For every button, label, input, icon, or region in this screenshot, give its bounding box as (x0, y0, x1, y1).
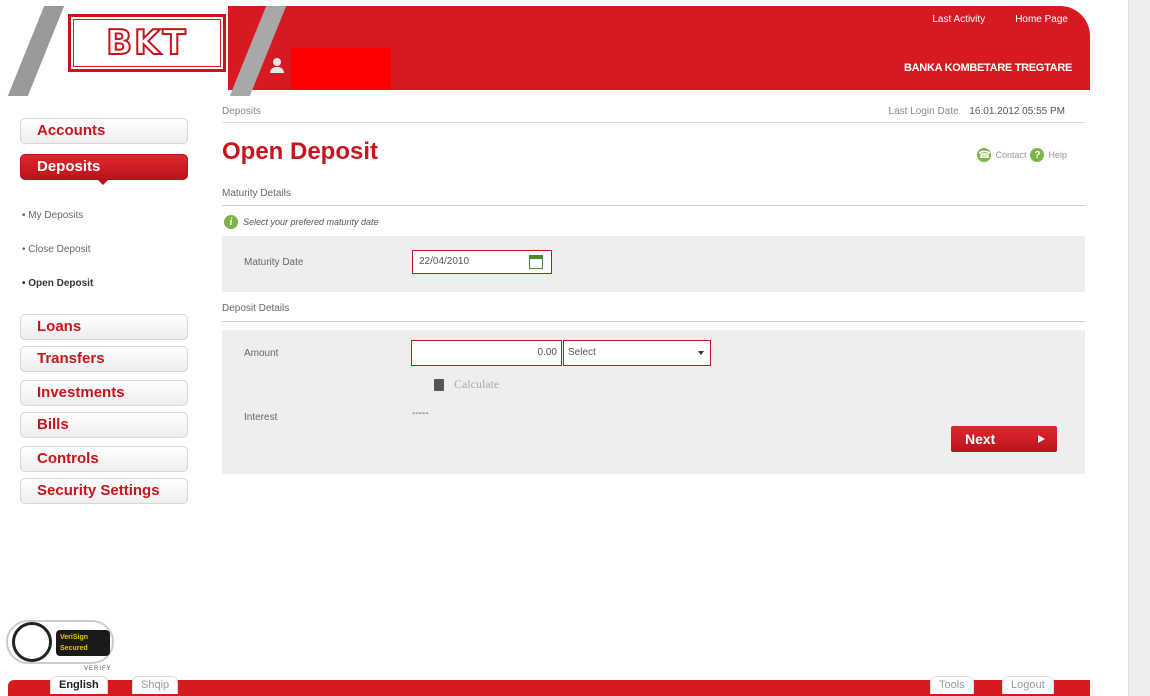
maturity-date-input[interactable]: 22/04/2010 (412, 250, 552, 274)
logout-link[interactable]: Logout (1002, 676, 1054, 694)
maturity-date-label: Maturity Date (244, 257, 304, 268)
language-english[interactable]: English (50, 676, 108, 694)
calculate-button[interactable]: Calculate (434, 377, 499, 392)
contact-link[interactable]: Contact (995, 150, 1026, 160)
help-links: ☎ Contact ? Help (977, 148, 1067, 162)
help-icon[interactable]: ? (1030, 148, 1045, 162)
divider (222, 122, 1085, 123)
home-page-link[interactable]: Home Page (1015, 14, 1068, 25)
last-login: Last Login Date 16.01.2012 05:55 PM (889, 106, 1065, 117)
sub-item-open-deposit[interactable]: • Open Deposit (22, 278, 93, 289)
currency-selected-value: Select (568, 347, 596, 358)
bkt-logo[interactable]: BKT (68, 14, 226, 72)
logo-text: BKT (73, 19, 221, 67)
checkmark-icon (12, 622, 52, 662)
breadcrumb[interactable]: Deposits (222, 106, 261, 117)
currency-select[interactable]: Select (563, 340, 711, 366)
maturity-date-value: 22/04/2010 (419, 256, 470, 267)
sub-item-close-deposit[interactable]: • Close Deposit (22, 244, 91, 255)
maturity-panel: Maturity Date 22/04/2010 (222, 236, 1085, 292)
last-activity-link[interactable]: Last Activity (932, 14, 985, 25)
sidebar-item-accounts[interactable]: Accounts (20, 118, 188, 144)
seal-badge: VeriSign Secured (56, 630, 110, 656)
calculate-label: Calculate (454, 377, 500, 391)
verisign-seal[interactable]: VeriSign Secured VERIFY (6, 612, 118, 676)
sidebar-item-transfers[interactable]: Transfers (20, 346, 188, 372)
next-button[interactable]: Next (951, 426, 1057, 452)
user-icon (270, 58, 284, 74)
header: BKT Last Activity Home Page BANKA KOMBET… (7, 6, 1090, 96)
maturity-info: i Select your prefered maturity date (224, 215, 379, 229)
calendar-icon[interactable] (529, 255, 543, 269)
scrollbar-gutter[interactable] (1128, 0, 1150, 696)
chevron-down-icon (698, 351, 704, 355)
sidebar-item-deposits[interactable]: Deposits (20, 154, 188, 185)
seal-line-2: Secured (60, 645, 88, 652)
deposit-panel: Amount 0.00 Select Calculate Interest --… (222, 330, 1085, 474)
divider (222, 205, 1085, 206)
deposit-section-label: Deposit Details (222, 303, 290, 314)
play-arrow-icon (1038, 435, 1045, 443)
sidebar-item-loans[interactable]: Loans (20, 314, 188, 340)
info-icon: i (224, 215, 238, 229)
amount-input[interactable]: 0.00 (411, 340, 562, 366)
sidebar-item-bills[interactable]: Bills (20, 412, 188, 438)
user-name-redacted (291, 48, 391, 90)
logo-slash (7, 6, 65, 96)
language-shqip[interactable]: Shqip (132, 676, 179, 694)
last-login-value: 16.01.2012 05:55 PM (969, 106, 1065, 117)
header-links: Last Activity Home Page (932, 14, 1068, 25)
footer: English Shqip Tools Logout (8, 676, 1090, 696)
sidebar-item-security-settings[interactable]: Security Settings (20, 478, 188, 504)
maturity-info-text: Select your prefered maturity date (243, 217, 379, 227)
seal-line-1: VeriSign (60, 634, 89, 641)
help-link[interactable]: Help (1048, 150, 1067, 160)
maturity-section-label: Maturity Details (222, 188, 291, 199)
last-login-label: Last Login Date (888, 106, 959, 117)
contact-icon[interactable]: ☎ (977, 148, 992, 162)
bank-name: BANKA KOMBETARE TREGTARE (904, 62, 1072, 74)
sidebar-item-investments[interactable]: Investments (20, 380, 188, 406)
tools-link[interactable]: Tools (930, 676, 974, 694)
sub-item-my-deposits[interactable]: • My Deposits (22, 210, 83, 221)
interest-value: ----- (412, 408, 429, 419)
calculator-icon (434, 378, 444, 391)
divider (222, 321, 1085, 322)
sidebar-item-controls[interactable]: Controls (20, 446, 188, 472)
interest-label: Interest (244, 412, 278, 423)
amount-label: Amount (244, 348, 279, 359)
page-title: Open Deposit (222, 138, 379, 165)
next-label: Next (965, 431, 996, 447)
seal-verify: VERIFY (84, 666, 112, 672)
